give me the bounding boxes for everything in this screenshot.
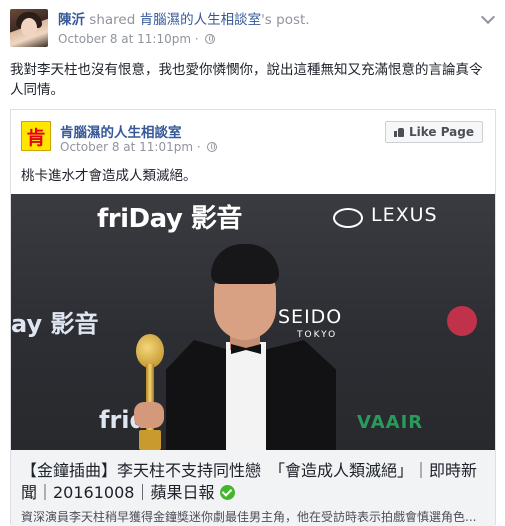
globe-icon	[204, 34, 215, 44]
shared-post-text: 桃卡進水才會造成人類滅絕。	[21, 168, 197, 184]
page-avatar[interactable]: 肯	[21, 121, 51, 151]
flower-logo-icon	[447, 306, 477, 336]
like-page-button[interactable]: Like Page	[384, 121, 483, 143]
trophy-icon	[133, 334, 167, 450]
like-page-label: Like Page	[408, 125, 474, 139]
post-meta: October 8 at 11:10pm ·	[58, 31, 215, 47]
link-description: 資深演員李天柱稍早獲得金鐘獎迷你劇最佳男主角，他在受訪時表示拍戲會慎選角色...	[21, 510, 477, 524]
shared-page-link[interactable]: 肯腦濕的人生相談室	[140, 12, 262, 28]
sponsor-logo-evaair: VAAIR	[357, 412, 424, 433]
link-title-text[interactable]: 【金鐘插曲】李天柱不支持同性戀 「會造成人類滅絕」｜即時新聞｜20161008｜…	[21, 461, 477, 502]
facebook-post-card: 陳沂 shared 肯腦濕的人生相談室's post. October 8 at…	[0, 0, 505, 526]
post-header: 陳沂 shared 肯腦濕的人生相談室's post.	[58, 11, 310, 29]
sponsor-logo-lexus: LEXUS	[371, 204, 438, 226]
shared-post: 肯 肯腦濕的人生相談室 October 8 at 11:01pm · Like …	[10, 109, 496, 526]
verified-check-icon	[219, 485, 235, 500]
post-timestamp-link[interactable]: October 8 at 11:10pm	[58, 32, 191, 46]
post-text: 我對李天柱也沒有恨意，我也愛你憐憫你，說出這種無知又充滿恨意的言論真令人同情。	[10, 62, 483, 98]
post-suffix: 's post.	[261, 12, 310, 28]
link-preview-footer[interactable]: 【金鐘插曲】李天柱不支持同性戀 「會造成人類滅絕」｜即時新聞｜20161008｜…	[11, 450, 495, 526]
author-avatar[interactable]	[10, 9, 48, 47]
page-name-link[interactable]: 肯腦濕的人生相談室	[60, 121, 182, 141]
shared-post-meta: October 8 at 11:01pm ·	[60, 140, 217, 154]
author-name-link[interactable]: 陳沂	[58, 12, 85, 28]
link-title[interactable]: 【金鐘插曲】李天柱不支持同性戀 「會造成人類滅絕」｜即時新聞｜20161008｜…	[21, 460, 491, 504]
thumbs-up-icon	[393, 127, 404, 137]
sponsor-logo-friday-2: ay 影音	[11, 310, 99, 338]
sponsor-logo-friday: friDay 影音	[97, 204, 242, 234]
lexus-logo-icon	[333, 208, 363, 228]
award-winner-figure	[156, 244, 356, 450]
chevron-down-icon[interactable]	[480, 9, 496, 25]
globe-icon	[206, 142, 217, 152]
shared-timestamp-link[interactable]: October 8 at 11:01pm	[60, 140, 193, 154]
link-preview-image[interactable]: friDay 影音 LEXUS ay 影音 SEIDO TOKYO frid V…	[11, 194, 495, 450]
shared-word: shared	[89, 12, 136, 28]
hand	[134, 402, 164, 428]
